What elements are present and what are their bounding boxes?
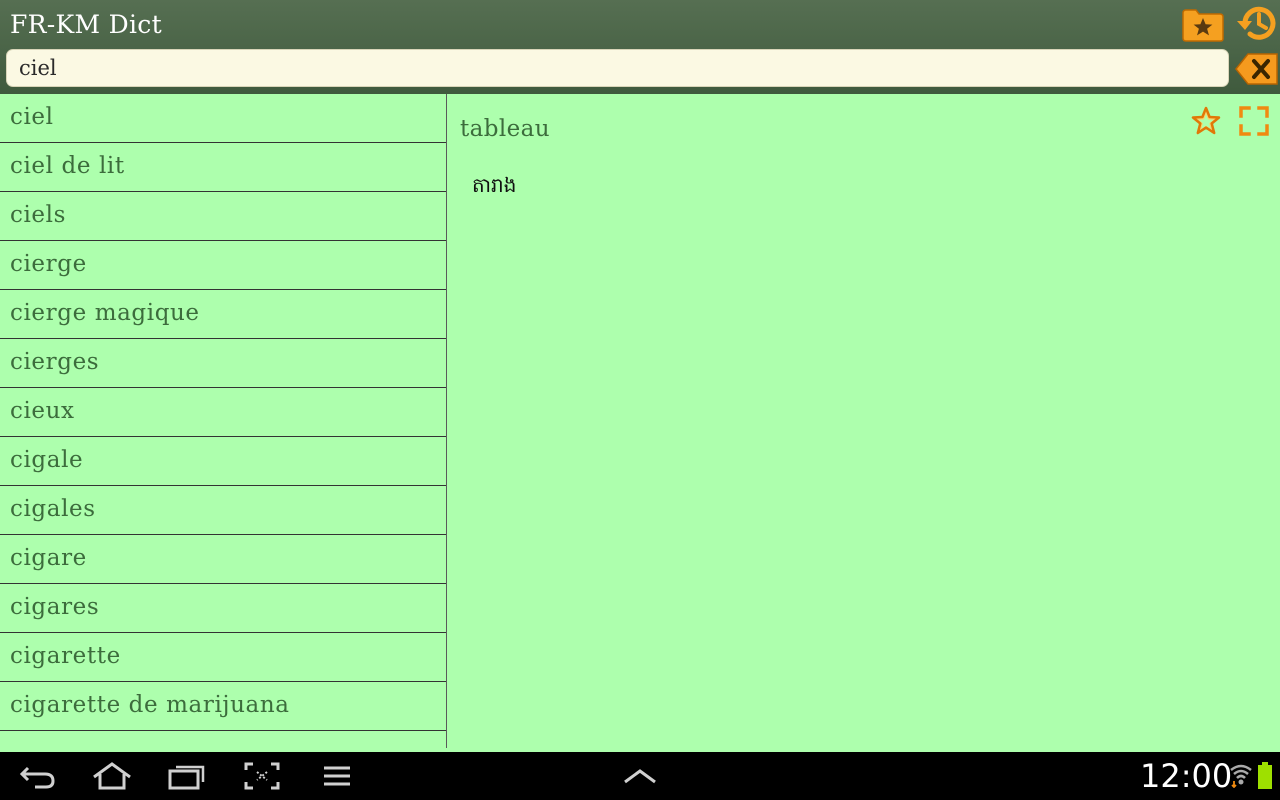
translation-text: តារាង — [472, 173, 517, 197]
backspace-x-icon — [1235, 53, 1278, 85]
menu-button[interactable] — [311, 758, 363, 794]
list-item[interactable]: cieux — [0, 388, 446, 437]
list-item[interactable]: cierges — [0, 339, 446, 388]
list-item[interactable]: cigares — [0, 584, 446, 633]
history-button[interactable] — [1234, 3, 1278, 43]
list-item[interactable] — [0, 731, 446, 748]
fullscreen-button[interactable] — [1236, 103, 1272, 139]
search-input[interactable] — [6, 49, 1229, 87]
back-button[interactable] — [12, 758, 64, 794]
recent-apps-button[interactable] — [161, 758, 213, 794]
favorites-folder-button[interactable] — [1181, 5, 1225, 45]
clear-search-button[interactable] — [1235, 52, 1279, 86]
clock: 12:00 — [1140, 757, 1233, 795]
list-item[interactable]: cigales — [0, 486, 446, 535]
list-item[interactable]: cierge magique — [0, 290, 446, 339]
screenshot-button[interactable] — [236, 758, 288, 794]
home-button[interactable] — [86, 758, 138, 794]
word-list[interactable]: ciel ciel de lit ciels cierge cierge mag… — [0, 94, 447, 748]
list-item[interactable]: cigarette de marijuana — [0, 682, 446, 731]
recent-apps-icon — [168, 765, 205, 790]
battery-icon — [1258, 762, 1272, 789]
wifi-icon — [1230, 764, 1252, 788]
list-item[interactable]: cigare — [0, 535, 446, 584]
system-navigation-bar: 12:00 — [0, 752, 1280, 800]
list-item[interactable]: ciels — [0, 192, 446, 241]
add-favorite-button[interactable] — [1188, 103, 1224, 139]
fullscreen-icon — [1239, 106, 1269, 136]
home-icon — [93, 762, 131, 790]
app-bar: FR-KM Dict — [0, 0, 1280, 94]
list-item[interactable]: cigarette — [0, 633, 446, 682]
definition-panel: tableau តារាង — [448, 94, 1280, 748]
history-icon — [1237, 6, 1276, 40]
list-item[interactable]: cigale — [0, 437, 446, 486]
menu-icon — [324, 766, 350, 786]
screenshot-icon — [244, 762, 280, 790]
back-icon — [19, 766, 55, 789]
content-area: ciel ciel de lit ciels cierge cierge mag… — [0, 94, 1280, 752]
star-folder-icon — [1182, 9, 1224, 42]
list-item[interactable]: ciel de lit — [0, 143, 446, 192]
app-title: FR-KM Dict — [10, 10, 162, 39]
star-outline-icon — [1191, 106, 1221, 135]
list-item[interactable]: cierge — [0, 241, 446, 290]
show-more-button[interactable] — [614, 758, 666, 794]
list-item[interactable]: ciel — [0, 94, 446, 143]
chevron-up-icon — [624, 769, 656, 784]
headword: tableau — [460, 116, 550, 142]
